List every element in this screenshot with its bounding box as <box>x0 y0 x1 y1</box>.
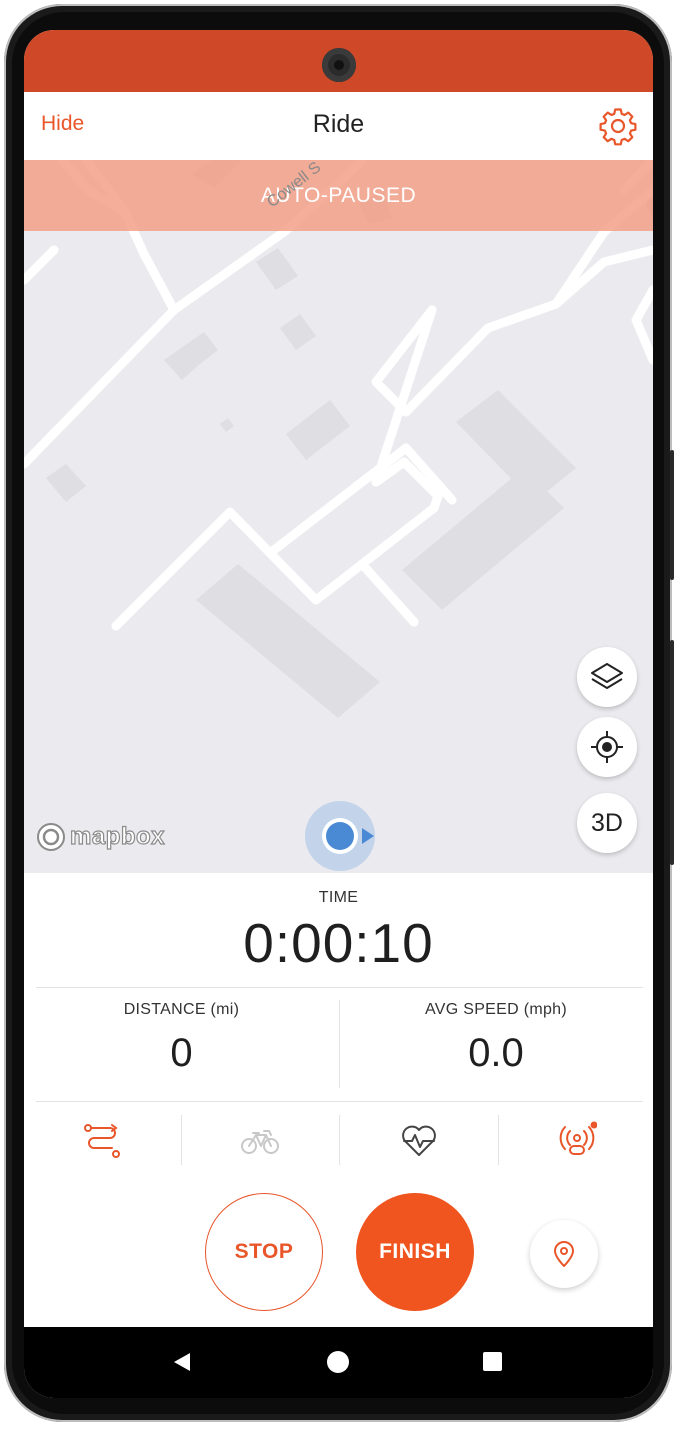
layers-icon <box>591 663 623 689</box>
top-app-bar: Hide Ride <box>24 92 653 160</box>
auto-paused-text: AUTO-PAUSED <box>260 184 417 207</box>
map-view[interactable]: AUTO-PAUSED Cowell S mapbox 3D <box>24 160 653 873</box>
distance-value: 0 <box>170 1031 193 1075</box>
divider <box>181 1115 182 1165</box>
map-roads <box>24 160 653 718</box>
nav-back-icon[interactable] <box>174 1353 190 1371</box>
power-button <box>670 450 674 580</box>
route-icon[interactable] <box>82 1121 122 1161</box>
finish-label: FINISH <box>379 1240 451 1263</box>
divider <box>36 1101 643 1102</box>
mapbox-attribution[interactable]: mapbox <box>36 822 165 852</box>
divider <box>339 1115 340 1165</box>
finish-button[interactable]: FINISH <box>356 1193 474 1311</box>
3d-view-label: 3D <box>591 808 623 837</box>
time-label: TIME <box>318 889 359 906</box>
avg-speed-value: 0.0 <box>468 1031 524 1075</box>
drop-pin-button[interactable] <box>530 1220 598 1288</box>
page-title: Ride <box>312 110 365 138</box>
nav-recents-icon[interactable] <box>483 1352 502 1371</box>
current-location-dot <box>326 822 354 850</box>
heart-rate-icon[interactable] <box>399 1121 439 1161</box>
stop-button[interactable]: STOP <box>205 1193 323 1311</box>
crosshair-icon <box>591 731 623 763</box>
map-pin-icon <box>554 1241 574 1267</box>
screen: Hide Ride AUTO-PAUSED Cowell S mapbox 3D… <box>24 30 653 1398</box>
status-bar <box>24 30 653 92</box>
distance-label: DISTANCE (mi) <box>123 1001 240 1018</box>
bike-icon[interactable] <box>240 1121 280 1161</box>
front-camera <box>322 48 356 82</box>
stop-label: STOP <box>234 1240 294 1263</box>
divider <box>36 987 643 988</box>
heading-arrow-icon <box>362 828 374 844</box>
notification-dot <box>590 1121 597 1129</box>
volume-button <box>670 640 674 865</box>
divider <box>498 1115 499 1165</box>
gear-icon[interactable] <box>598 106 638 146</box>
mapbox-logo-icon <box>37 823 65 851</box>
3d-view-button[interactable]: 3D <box>577 793 637 853</box>
time-value: 0:00:10 <box>243 912 434 974</box>
beacon-icon[interactable] <box>557 1121 597 1161</box>
auto-paused-banner: AUTO-PAUSED <box>24 160 653 231</box>
nav-home-icon[interactable] <box>327 1351 349 1373</box>
ride-stats-panel: TIME 0:00:10 DISTANCE (mi) 0 AVG SPEED (… <box>24 873 653 1327</box>
layers-button[interactable] <box>577 647 637 707</box>
avg-speed-label: AVG SPEED (mph) <box>424 1001 567 1018</box>
recenter-button[interactable] <box>577 717 637 777</box>
system-nav-bar <box>24 1327 653 1398</box>
mapbox-wordmark: mapbox <box>69 822 166 850</box>
